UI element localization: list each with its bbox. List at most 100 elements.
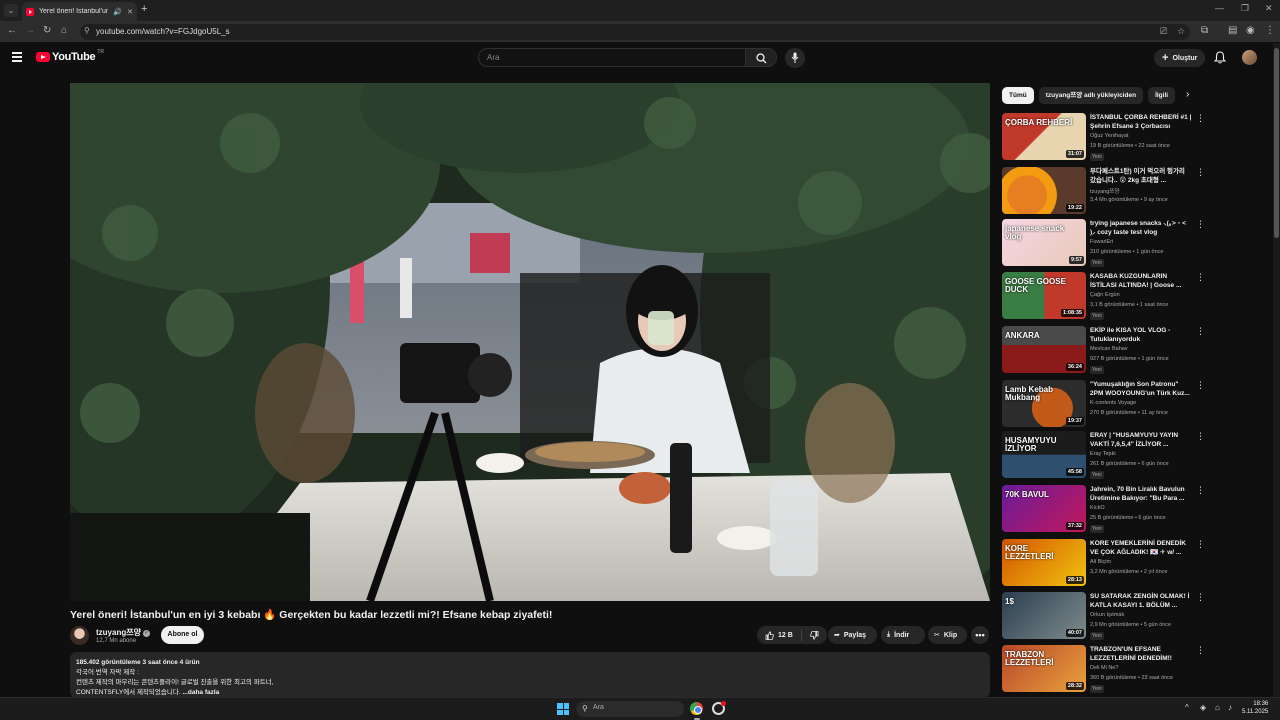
youtube-logo[interactable]: YouTube TR bbox=[36, 49, 104, 63]
recommendation-title[interactable]: ERAY | "HUSAMYUYU YAYIN VAKTİ 7,6,5,4" İ… bbox=[1090, 431, 1192, 449]
channel-avatar[interactable] bbox=[70, 626, 89, 645]
recommendation-channel[interactable]: Orkun Işıtmak bbox=[1090, 612, 1124, 618]
extensions-icon[interactable]: ⧉ bbox=[1201, 25, 1208, 36]
recommendation-title[interactable]: TRABZON'UN EFSANE LEZZETLERİNİ DENEDİM!! bbox=[1090, 645, 1192, 663]
video-thumbnail[interactable]: ANKARA 36:24 bbox=[1002, 326, 1086, 373]
windows-start-icon[interactable] bbox=[557, 703, 569, 715]
home-icon[interactable]: ⌂ bbox=[61, 25, 67, 36]
tray-chevron-icon[interactable]: ^ bbox=[1185, 703, 1189, 712]
share-button[interactable]: ➦ Paylaş bbox=[828, 626, 877, 644]
dislike-button[interactable] bbox=[802, 626, 827, 644]
create-button[interactable]: + Oluştur bbox=[1154, 49, 1206, 67]
close-window-icon[interactable]: ✕ bbox=[1265, 3, 1273, 14]
maximize-icon[interactable]: ❐ bbox=[1241, 3, 1249, 14]
recommendation-channel[interactable]: FuwariEri bbox=[1090, 239, 1113, 245]
chrome-app-icon[interactable] bbox=[690, 702, 703, 715]
taskbar-clock[interactable]: 18:36 5.11.2025 bbox=[1242, 700, 1268, 716]
recommendation-channel[interactable]: K-contents Voyage bbox=[1090, 400, 1136, 406]
location-icon[interactable]: ◈ bbox=[1200, 703, 1206, 712]
description-box[interactable]: 185.402 görüntüleme 3 saat önce 4 ürün 각… bbox=[70, 652, 990, 698]
recommendation-channel[interactable]: KickO bbox=[1090, 505, 1105, 511]
network-icon[interactable]: ⌂ bbox=[1215, 703, 1220, 712]
recommendation-channel[interactable]: Oğuz Yenihayat bbox=[1090, 133, 1129, 139]
browser-tab[interactable]: Yerel öneri! İstanbul'un en iyi 3 🔊 ✕ bbox=[22, 2, 137, 21]
cast-icon[interactable]: ⎚ bbox=[1160, 26, 1167, 37]
back-icon[interactable]: ← bbox=[7, 25, 17, 36]
recommendation-item[interactable]: KORE LEZZETLERİ 28:13 KORE YEMEKLERİNİ DEN… bbox=[1002, 539, 1207, 589]
more-vertical-icon[interactable]: ⋮ bbox=[1196, 592, 1205, 603]
account-avatar[interactable] bbox=[1242, 50, 1257, 65]
more-actions-button[interactable]: ••• bbox=[971, 626, 989, 644]
browser-menu-icon[interactable]: ⋮ bbox=[1265, 25, 1275, 36]
video-thumbnail[interactable]: 1$ 40:07 bbox=[1002, 592, 1086, 639]
more-vertical-icon[interactable]: ⋮ bbox=[1196, 326, 1205, 337]
recommendation-title[interactable]: Jahrein, 70 Bin Liralık Bavulun Üretimin… bbox=[1090, 485, 1192, 503]
new-tab-icon[interactable]: + bbox=[141, 3, 147, 15]
more-vertical-icon[interactable]: ⋮ bbox=[1196, 113, 1205, 124]
more-vertical-icon[interactable]: ⋮ bbox=[1196, 431, 1205, 442]
subscribe-button[interactable]: Abone ol bbox=[161, 626, 204, 644]
chip-from-uploader[interactable]: tzuyang쯔양 adlı yükleyiciden bbox=[1038, 87, 1144, 104]
more-vertical-icon[interactable]: ⋮ bbox=[1196, 539, 1205, 550]
tab-search-icon[interactable]: ⌄ bbox=[4, 4, 18, 17]
recommendation-channel[interactable]: Mevlcan Bahav bbox=[1090, 346, 1128, 352]
video-thumbnail[interactable]: GOOSE GOOSE DUCK 1:08:35 bbox=[1002, 272, 1086, 319]
video-thumbnail[interactable]: japanese snack vlog 9:57 bbox=[1002, 219, 1086, 266]
video-thumbnail[interactable]: HUSAMYUYU İZLİYOR 45:58 bbox=[1002, 431, 1086, 478]
search-button[interactable] bbox=[745, 48, 777, 67]
recommendation-channel[interactable]: Çağrı Ergün bbox=[1090, 292, 1120, 298]
recommendation-item[interactable]: Lamb Kebab Mukbang 19:37 "Yumuşaklığın Son… bbox=[1002, 380, 1207, 430]
recommendation-channel[interactable]: tzuyang쯔양 bbox=[1090, 187, 1119, 195]
recommendation-channel[interactable]: Eray Tepki bbox=[1090, 451, 1116, 457]
notifications-bell-icon[interactable] bbox=[1214, 51, 1226, 64]
chip-all[interactable]: Tümü bbox=[1002, 87, 1034, 104]
recommendation-item[interactable]: ÇORBA REHBERİ 31:07 İSTANBUL ÇORBA REHBERİ… bbox=[1002, 113, 1207, 163]
url-text[interactable]: youtube.com/watch?v=FGJdgoU5L_s bbox=[96, 27, 230, 36]
recommendation-channel[interactable]: Ali Biçim bbox=[1090, 559, 1111, 565]
more-vertical-icon[interactable]: ⋮ bbox=[1196, 219, 1205, 230]
recommendation-title[interactable]: SU SATARAK ZENGİN OLMAK! İ KATLA KASAYI … bbox=[1090, 592, 1192, 610]
recommendation-item[interactable]: 1$ 40:07 SU SATARAK ZENGİN OLMAK! İ KATLA … bbox=[1002, 592, 1207, 642]
chip-related[interactable]: İlgili bbox=[1148, 87, 1176, 104]
show-more-link[interactable]: ...daha fazla bbox=[182, 689, 219, 696]
scrollbar-thumb[interactable] bbox=[1274, 48, 1279, 238]
minimize-icon[interactable]: — bbox=[1215, 3, 1224, 13]
like-button[interactable]: 12 B bbox=[757, 626, 801, 644]
video-thumbnail[interactable]: Lamb Kebab Mukbang 19:37 bbox=[1002, 380, 1086, 427]
channel-name[interactable]: tzuyang쯔양 ✓ bbox=[96, 627, 150, 638]
voice-search-button[interactable] bbox=[785, 48, 805, 68]
site-info-icon[interactable]: ⚲ bbox=[84, 26, 90, 35]
recommendation-item[interactable]: TRABZON LEZZETLERİ 28:32 TRABZON'UN EFSANE… bbox=[1002, 645, 1207, 695]
close-tab-icon[interactable]: ✕ bbox=[127, 8, 133, 16]
more-vertical-icon[interactable]: ⋮ bbox=[1196, 167, 1205, 178]
download-button[interactable]: ⤓ İndir bbox=[881, 626, 925, 644]
address-bar[interactable]: ⚲ youtube.com/watch?v=FGJdgoU5L_s ⎚ ☆ bbox=[80, 24, 1190, 40]
recommendation-title[interactable]: trying japanese snacks ⸜(｡˃ ᵕ ˂ )⸝ cozy … bbox=[1090, 219, 1192, 237]
video-thumbnail[interactable]: 19:22 bbox=[1002, 167, 1086, 214]
bookmark-star-icon[interactable]: ☆ bbox=[1177, 26, 1185, 37]
volume-icon[interactable]: ♪ bbox=[1228, 703, 1232, 712]
video-player[interactable] bbox=[70, 83, 990, 601]
app-icon[interactable] bbox=[712, 701, 726, 715]
recommendation-title[interactable]: "Yumuşaklığın Son Patronu" 2PM WOOYOUNG'… bbox=[1090, 380, 1192, 398]
recommendation-item[interactable]: HUSAMYUYU İZLİYOR 45:58 ERAY | "HUSAMYUYU … bbox=[1002, 431, 1207, 481]
recommendation-title[interactable]: KORE YEMEKLERİNİ DENEDİK VE ÇOK AĞLADIK!… bbox=[1090, 539, 1192, 557]
recommendation-item[interactable]: ANKARA 36:24 EKİP ile KISA YOL VLOG - Tutu… bbox=[1002, 326, 1207, 376]
video-thumbnail[interactable]: TRABZON LEZZETLERİ 28:32 bbox=[1002, 645, 1086, 692]
video-thumbnail[interactable]: 70K BAVUL 37:32 bbox=[1002, 485, 1086, 532]
recommendation-title[interactable]: KASABA KUZGUNLARIN İSTİLASI ALTINDA! | G… bbox=[1090, 272, 1192, 290]
video-thumbnail[interactable]: KORE LEZZETLERİ 28:13 bbox=[1002, 539, 1086, 586]
taskbar-search[interactable]: ⚲ Ara bbox=[576, 701, 684, 717]
recommendation-title[interactable]: İSTANBUL ÇORBA REHBERİ #1 | Şehrin Efsan… bbox=[1090, 113, 1192, 131]
forward-icon[interactable]: → bbox=[25, 25, 35, 36]
chevron-right-icon[interactable]: › bbox=[1186, 89, 1189, 100]
recommendation-channel[interactable]: Deli Mi Ne? bbox=[1090, 665, 1118, 671]
search-input[interactable]: Ara bbox=[478, 48, 746, 67]
more-vertical-icon[interactable]: ⋮ bbox=[1196, 272, 1205, 283]
guide-menu-icon[interactable] bbox=[12, 52, 22, 62]
reload-icon[interactable]: ↻ bbox=[43, 25, 51, 36]
audio-playing-icon[interactable]: 🔊 bbox=[113, 8, 122, 16]
recommendation-item[interactable]: 19:22 부다페스트1탄) 이거 먹으러 헝가리 갔습니다.. 😲 2kg 초대… bbox=[1002, 167, 1207, 217]
recommendation-title[interactable]: 부다페스트1탄) 이거 먹으러 헝가리 갔습니다.. 😲 2kg 초대형 ... bbox=[1090, 167, 1192, 185]
video-thumbnail[interactable]: ÇORBA REHBERİ 31:07 bbox=[1002, 113, 1086, 160]
